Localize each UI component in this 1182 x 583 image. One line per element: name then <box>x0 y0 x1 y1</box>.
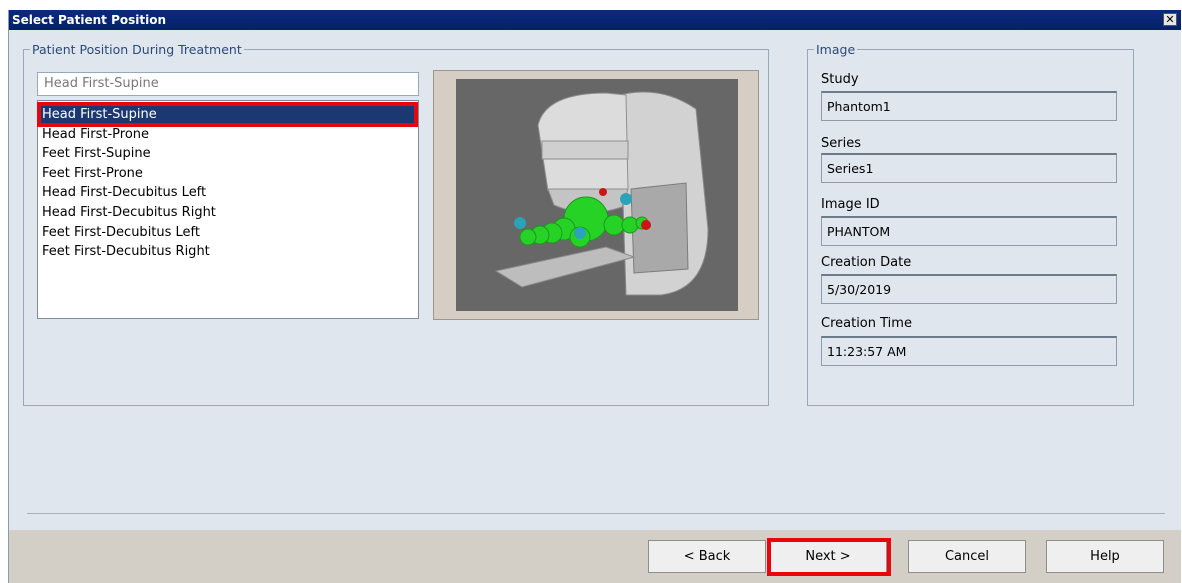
creation-time-label: Creation Time <box>821 316 912 331</box>
series-label: Series <box>821 136 861 151</box>
position-combo-input[interactable]: Head First-Supine <box>37 72 419 96</box>
list-item-head-first-prone[interactable]: Head First-Prone <box>38 125 418 145</box>
title-bar: Select Patient Position ✕ <box>9 10 1181 30</box>
creation-time-field: 11:23:57 AM <box>821 336 1117 366</box>
study-field: Phantom1 <box>821 91 1117 121</box>
help-button[interactable]: Help <box>1046 540 1164 573</box>
list-item-feet-first-decubitus-left[interactable]: Feet First-Decubitus Left <box>38 223 418 243</box>
list-item-feet-first-decubitus-right[interactable]: Feet First-Decubitus Right <box>38 242 418 262</box>
button-bar: < Back Next > Cancel Help <box>9 530 1181 583</box>
window-title: Select Patient Position <box>12 13 167 27</box>
study-label: Study <box>821 72 859 87</box>
cancel-button[interactable]: Cancel <box>908 540 1026 573</box>
patient-position-legend: Patient Position During Treatment <box>32 42 242 57</box>
select-patient-position-dialog: Select Patient Position ✕ Patient Positi… <box>8 10 1181 583</box>
image-legend: Image <box>816 42 856 57</box>
linac-patient-icon <box>456 79 738 311</box>
list-item-feet-first-supine[interactable]: Feet First-Supine <box>38 144 418 164</box>
close-icon: ✕ <box>1165 13 1175 26</box>
next-button[interactable]: Next > <box>769 540 887 573</box>
position-listbox[interactable]: Head First-Supine Head First-Prone Feet … <box>37 100 419 319</box>
close-button[interactable]: ✕ <box>1163 13 1177 26</box>
series-field: Series1 <box>821 153 1117 183</box>
back-button[interactable]: < Back <box>648 540 766 573</box>
image-id-field: PHANTOM <box>821 216 1117 246</box>
list-item-feet-first-prone[interactable]: Feet First-Prone <box>38 164 418 184</box>
footer-separator <box>27 513 1165 514</box>
list-item-head-first-supine[interactable]: Head First-Supine <box>38 105 418 125</box>
image-id-label: Image ID <box>821 197 880 212</box>
list-item-head-first-decubitus-left[interactable]: Head First-Decubitus Left <box>38 183 418 203</box>
list-item-head-first-decubitus-right[interactable]: Head First-Decubitus Right <box>38 203 418 223</box>
creation-date-label: Creation Date <box>821 255 912 270</box>
creation-date-field: 5/30/2019 <box>821 274 1117 304</box>
position-preview-panel <box>433 70 759 320</box>
